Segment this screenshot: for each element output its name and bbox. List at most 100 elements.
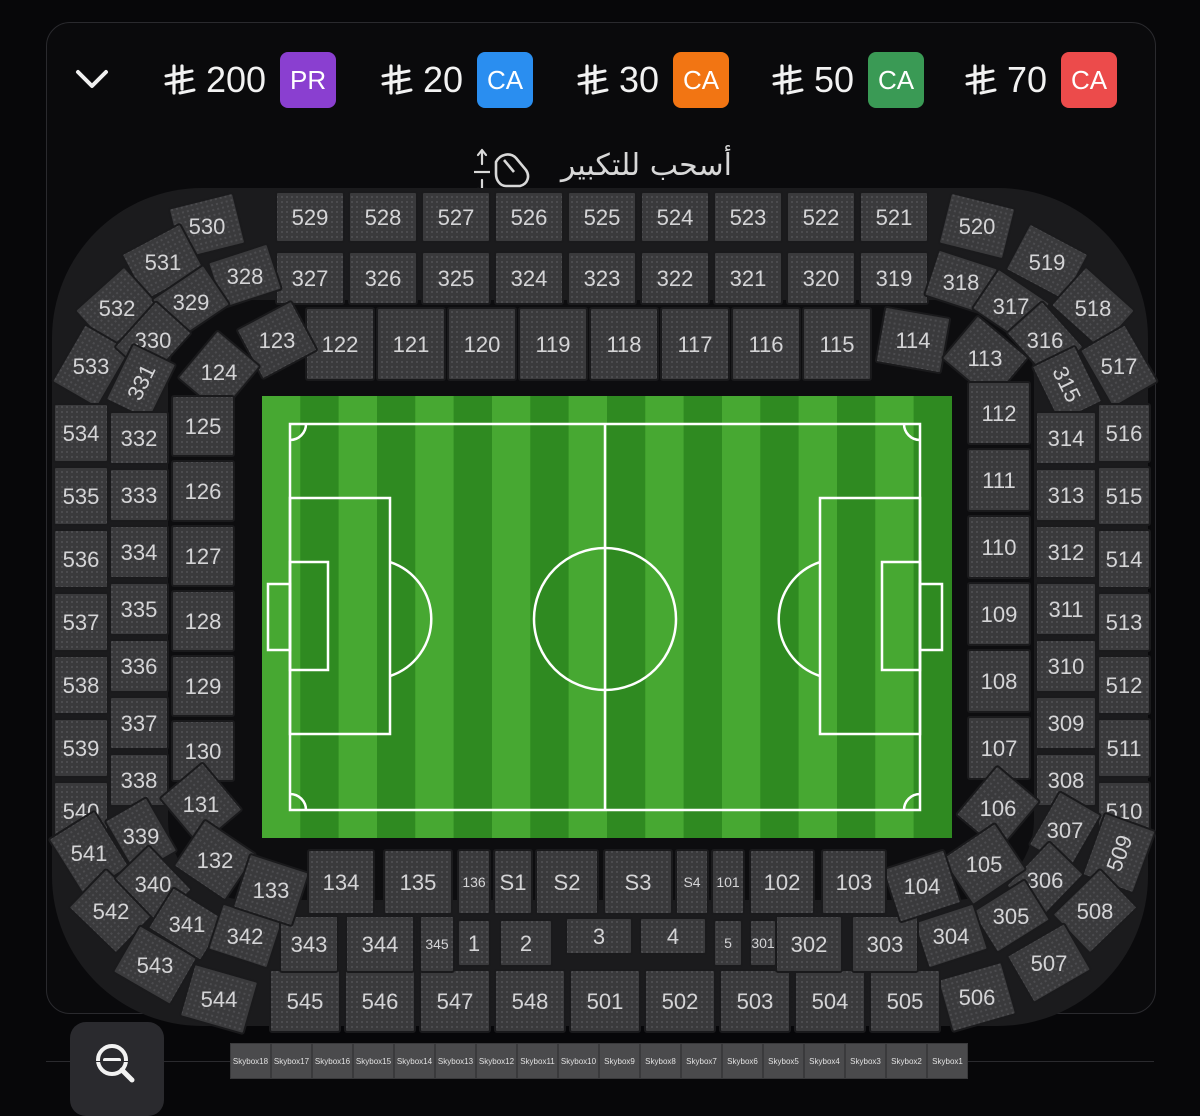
skybox-skybox18[interactable]: Skybox18 bbox=[230, 1043, 271, 1079]
section-524[interactable]: 524 bbox=[640, 191, 710, 243]
section-503[interactable]: 503 bbox=[719, 969, 791, 1033]
skybox-skybox6[interactable]: Skybox6 bbox=[722, 1043, 763, 1079]
section-115[interactable]: 115 bbox=[802, 307, 872, 381]
section-535[interactable]: 535 bbox=[53, 466, 109, 526]
section-505[interactable]: 505 bbox=[869, 969, 941, 1033]
section-332[interactable]: 332 bbox=[109, 411, 169, 465]
section-320[interactable]: 320 bbox=[786, 251, 856, 305]
section-4[interactable]: 4 bbox=[639, 917, 707, 955]
section-S4[interactable]: S4 bbox=[675, 849, 709, 915]
section-303[interactable]: 303 bbox=[851, 915, 919, 973]
section-S2[interactable]: S2 bbox=[535, 849, 599, 915]
section-526[interactable]: 526 bbox=[494, 191, 564, 243]
section-116[interactable]: 116 bbox=[731, 307, 801, 381]
section-515[interactable]: 515 bbox=[1097, 466, 1151, 526]
skybox-skybox7[interactable]: Skybox7 bbox=[681, 1043, 722, 1079]
section-528[interactable]: 528 bbox=[348, 191, 418, 243]
section-3[interactable]: 3 bbox=[565, 917, 633, 955]
section-523[interactable]: 523 bbox=[713, 191, 783, 243]
section-108[interactable]: 108 bbox=[967, 649, 1031, 713]
section-539[interactable]: 539 bbox=[53, 718, 109, 778]
section-112[interactable]: 112 bbox=[967, 381, 1031, 445]
section-527[interactable]: 527 bbox=[421, 191, 491, 243]
section-122[interactable]: 122 bbox=[305, 307, 375, 381]
section-302[interactable]: 302 bbox=[775, 915, 843, 973]
skybox-skybox14[interactable]: Skybox14 bbox=[394, 1043, 435, 1079]
skybox-skybox5[interactable]: Skybox5 bbox=[763, 1043, 804, 1079]
section-333[interactable]: 333 bbox=[109, 468, 169, 522]
section-301[interactable]: 301 bbox=[749, 919, 777, 967]
section-319[interactable]: 319 bbox=[859, 251, 929, 305]
section-525[interactable]: 525 bbox=[567, 191, 637, 243]
section-120[interactable]: 120 bbox=[447, 307, 517, 381]
section-344[interactable]: 344 bbox=[345, 915, 415, 973]
section-103[interactable]: 103 bbox=[821, 849, 887, 915]
section-128[interactable]: 128 bbox=[171, 590, 235, 652]
section-102[interactable]: 102 bbox=[749, 849, 815, 915]
section-118[interactable]: 118 bbox=[589, 307, 659, 381]
section-127[interactable]: 127 bbox=[171, 525, 235, 587]
section-S1[interactable]: S1 bbox=[493, 849, 533, 915]
section-336[interactable]: 336 bbox=[109, 639, 169, 693]
section-538[interactable]: 538 bbox=[53, 655, 109, 715]
section-121[interactable]: 121 bbox=[376, 307, 446, 381]
section-321[interactable]: 321 bbox=[713, 251, 783, 305]
skybox-skybox8[interactable]: Skybox8 bbox=[640, 1043, 681, 1079]
section-516[interactable]: 516 bbox=[1097, 403, 1151, 463]
section-119[interactable]: 119 bbox=[518, 307, 588, 381]
section-334[interactable]: 334 bbox=[109, 525, 169, 579]
section-512[interactable]: 512 bbox=[1097, 655, 1151, 715]
section-521[interactable]: 521 bbox=[859, 191, 929, 243]
skybox-skybox10[interactable]: Skybox10 bbox=[558, 1043, 599, 1079]
section-547[interactable]: 547 bbox=[419, 969, 491, 1033]
section-117[interactable]: 117 bbox=[660, 307, 730, 381]
section-324[interactable]: 324 bbox=[494, 251, 564, 305]
section-534[interactable]: 534 bbox=[53, 403, 109, 463]
section-513[interactable]: 513 bbox=[1097, 592, 1151, 652]
zoom-out-button[interactable] bbox=[70, 1022, 164, 1116]
section-345[interactable]: 345 bbox=[419, 915, 455, 973]
section-S3[interactable]: S3 bbox=[603, 849, 673, 915]
section-522[interactable]: 522 bbox=[786, 191, 856, 243]
section-111[interactable]: 111 bbox=[967, 448, 1031, 512]
section-311[interactable]: 311 bbox=[1035, 582, 1097, 636]
skybox-skybox16[interactable]: Skybox16 bbox=[312, 1043, 353, 1079]
section-5[interactable]: 5 bbox=[713, 919, 743, 967]
section-136[interactable]: 136 bbox=[457, 849, 491, 915]
section-110[interactable]: 110 bbox=[967, 515, 1031, 579]
skybox-skybox12[interactable]: Skybox12 bbox=[476, 1043, 517, 1079]
section-323[interactable]: 323 bbox=[567, 251, 637, 305]
section-309[interactable]: 309 bbox=[1035, 696, 1097, 750]
skybox-skybox1[interactable]: Skybox1 bbox=[927, 1043, 968, 1079]
stadium-map[interactable]: 529 528 527 526 525 524 523 522 5215305315325335… bbox=[0, 0, 1200, 1105]
skybox-skybox4[interactable]: Skybox4 bbox=[804, 1043, 845, 1079]
section-125[interactable]: 125 bbox=[171, 395, 235, 457]
section-134[interactable]: 134 bbox=[307, 849, 375, 915]
section-335[interactable]: 335 bbox=[109, 582, 169, 636]
section-504[interactable]: 504 bbox=[794, 969, 866, 1033]
section-514[interactable]: 514 bbox=[1097, 529, 1151, 589]
section-546[interactable]: 546 bbox=[344, 969, 416, 1033]
section-337[interactable]: 337 bbox=[109, 696, 169, 750]
section-1[interactable]: 1 bbox=[457, 919, 491, 967]
skybox-skybox9[interactable]: Skybox9 bbox=[599, 1043, 640, 1079]
section-314[interactable]: 314 bbox=[1035, 411, 1097, 465]
section-545[interactable]: 545 bbox=[269, 969, 341, 1033]
section-126[interactable]: 126 bbox=[171, 460, 235, 522]
section-326[interactable]: 326 bbox=[348, 251, 418, 305]
section-536[interactable]: 536 bbox=[53, 529, 109, 589]
section-135[interactable]: 135 bbox=[383, 849, 453, 915]
section-114[interactable]: 114 bbox=[874, 306, 952, 374]
section-529[interactable]: 529 bbox=[275, 191, 345, 243]
section-501[interactable]: 501 bbox=[569, 969, 641, 1033]
section-313[interactable]: 313 bbox=[1035, 468, 1097, 522]
section-325[interactable]: 325 bbox=[421, 251, 491, 305]
section-511[interactable]: 511 bbox=[1097, 718, 1151, 778]
section-310[interactable]: 310 bbox=[1035, 639, 1097, 693]
skybox-skybox13[interactable]: Skybox13 bbox=[435, 1043, 476, 1079]
section-548[interactable]: 548 bbox=[494, 969, 566, 1033]
section-537[interactable]: 537 bbox=[53, 592, 109, 652]
section-101[interactable]: 101 bbox=[711, 849, 745, 915]
section-322[interactable]: 322 bbox=[640, 251, 710, 305]
section-502[interactable]: 502 bbox=[644, 969, 716, 1033]
